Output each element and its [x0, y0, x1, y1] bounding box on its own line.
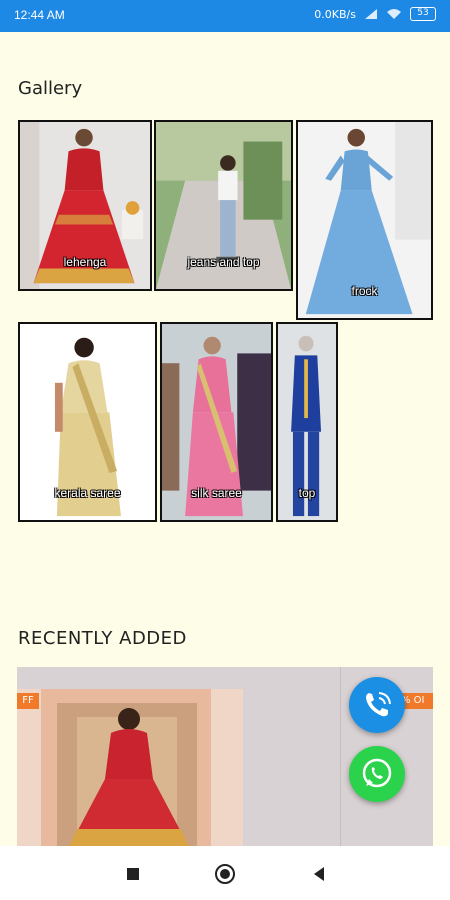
status-icons: 0.0KB/s 53 [314, 7, 436, 21]
signal-icon [365, 9, 377, 19]
whatsapp-icon [362, 758, 392, 788]
square-icon[interactable] [121, 862, 145, 886]
gallery-tile-lehenga[interactable]: lehenga [18, 120, 152, 291]
system-navigation-bar [0, 846, 450, 900]
phone-icon [366, 692, 391, 717]
discount-badge-left: FF [17, 693, 39, 709]
wifi-icon [387, 9, 401, 19]
whatsapp-button[interactable] [349, 746, 405, 802]
bridal-image [17, 689, 243, 847]
tile-label: jeans and top [187, 255, 260, 269]
gallery-title: Gallery [18, 78, 83, 99]
gallery-tile-silk-saree[interactable]: silk saree [160, 322, 273, 522]
status-bar: 12:44 AM 0.0KB/s 53 [0, 0, 450, 32]
tile-label: frock [351, 284, 378, 298]
status-time: 12:44 AM [14, 8, 65, 22]
tile-label: lehenga [63, 255, 107, 269]
product-card[interactable] [17, 689, 243, 847]
triangle-back-icon[interactable] [307, 862, 331, 886]
gallery-tile-top[interactable]: top [276, 322, 338, 522]
tile-label: silk saree [191, 486, 242, 500]
gallery-tile-frock[interactable]: frock [296, 120, 433, 320]
battery-icon: 53 [410, 7, 436, 21]
tile-label: top [298, 486, 316, 500]
network-speed: 0.0KB/s [314, 7, 356, 21]
gallery-tile-kerala-saree[interactable]: kerala saree [18, 322, 157, 522]
tile-label: kerala saree [54, 486, 121, 500]
recently-added-title: RECENTLY ADDED [18, 628, 187, 649]
circle-icon[interactable] [213, 862, 237, 886]
call-button[interactable] [349, 677, 405, 733]
gallery-tile-jeans-and-top[interactable]: jeans and top [154, 120, 293, 291]
banner-divider [340, 667, 341, 847]
